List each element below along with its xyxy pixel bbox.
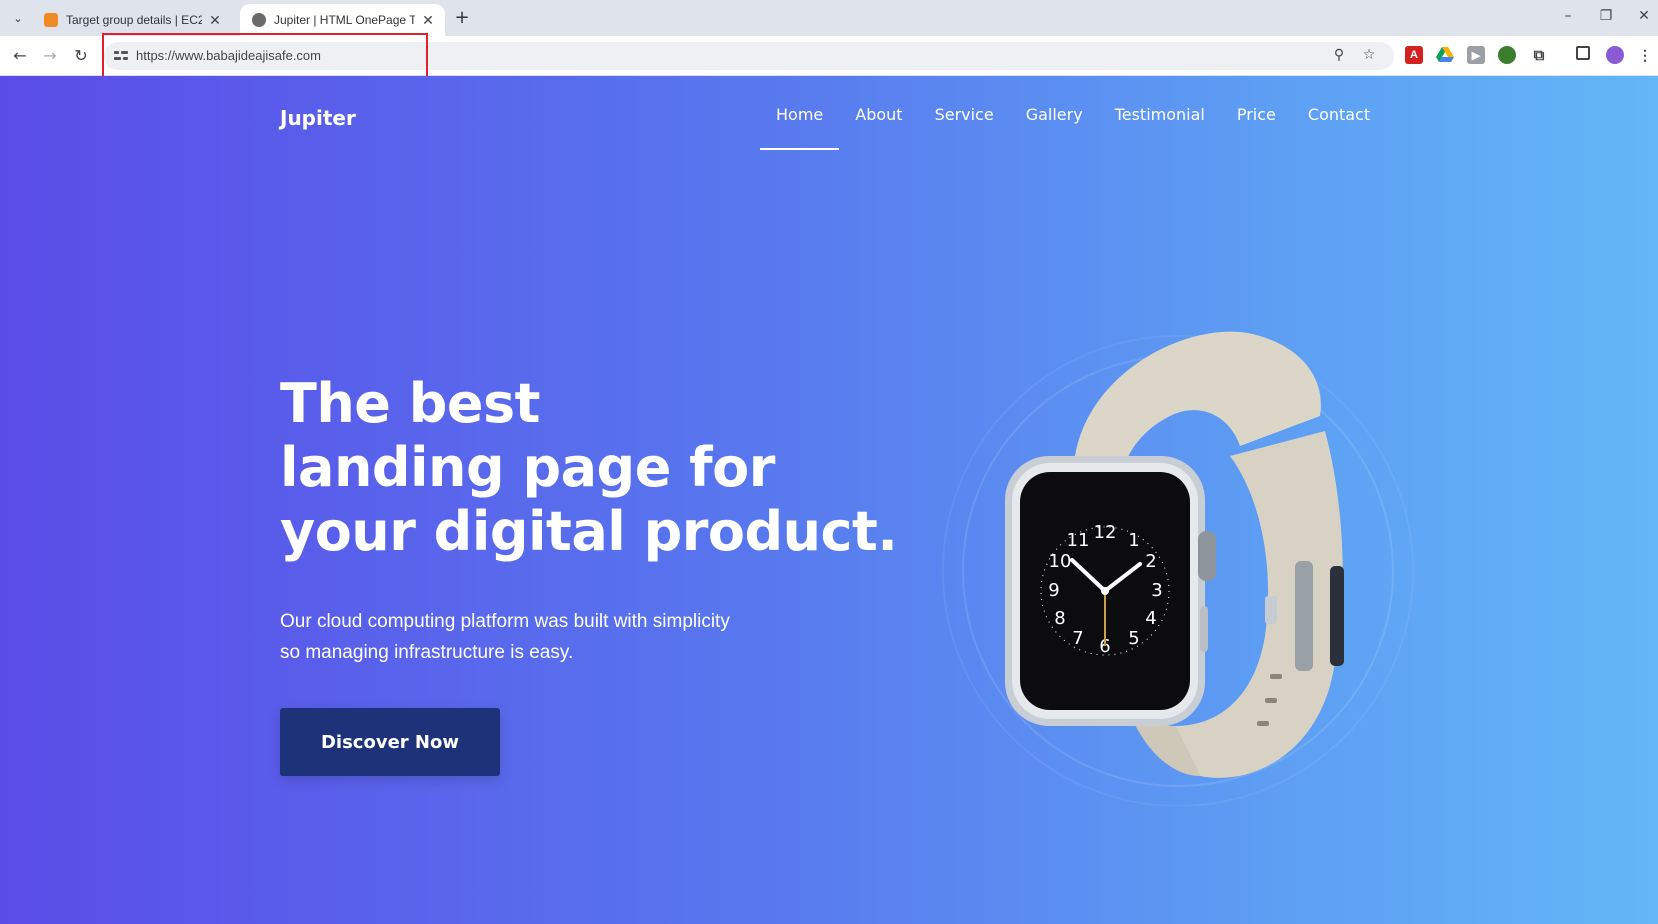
dial-number: 8 [1054, 608, 1065, 629]
minimize-icon[interactable]: – [1558, 8, 1578, 24]
nav-contact[interactable]: Contact [1292, 104, 1386, 150]
menu-kebab-icon[interactable]: ⋮ [1636, 46, 1654, 64]
reload-icon[interactable]: ↻ [71, 46, 91, 66]
brand-logo[interactable]: Jupiter [280, 106, 356, 130]
close-tab-icon[interactable]: ✕ [208, 12, 222, 29]
hero-subtext: Our cloud computing platform was built w… [280, 606, 800, 668]
headline-line: The best [280, 372, 540, 435]
headline-line: your digital product. [280, 500, 898, 563]
discover-now-button[interactable]: Discover Now [280, 708, 500, 776]
dial-number: 9 [1048, 580, 1059, 601]
tab-jupiter[interactable]: Jupiter | HTML OnePage Templ ✕ [240, 4, 445, 36]
dial-number: 4 [1145, 608, 1156, 629]
main-nav: Home About Service Gallery Testimonial P… [760, 104, 1386, 150]
close-tab-icon[interactable]: ✕ [421, 12, 435, 29]
side-panel-icon[interactable] [1576, 46, 1590, 60]
pdf-extension-icon[interactable]: A [1405, 46, 1423, 64]
nav-about[interactable]: About [839, 104, 918, 150]
new-tab-icon[interactable]: + [452, 8, 472, 28]
green-extension-icon[interactable] [1498, 46, 1516, 64]
aws-favicon-icon [44, 13, 58, 27]
dial-number: 7 [1072, 628, 1083, 649]
back-icon[interactable]: ← [10, 46, 30, 66]
dial-number: 5 [1128, 628, 1139, 649]
subtext-line: Our cloud computing platform was built w… [280, 611, 730, 632]
zoom-icon[interactable]: ⚲ [1330, 47, 1348, 63]
dial-number: 1 [1128, 530, 1139, 551]
subtext-line: so managing infrastructure is easy. [280, 642, 574, 663]
forward-icon[interactable]: → [40, 46, 60, 66]
drive-extension-icon[interactable] [1436, 46, 1454, 64]
close-window-icon[interactable]: ✕ [1634, 8, 1654, 24]
headline-line: landing page for [280, 436, 775, 499]
nav-price[interactable]: Price [1221, 104, 1292, 150]
extensions-puzzle-icon[interactable]: ⧉ [1530, 46, 1548, 64]
smartwatch-image: 12 1 2 3 4 5 6 7 8 9 10 11 [942, 331, 1414, 806]
profile-avatar[interactable] [1606, 46, 1624, 64]
jupiter-favicon-icon [252, 13, 266, 27]
nav-home[interactable]: Home [760, 104, 840, 150]
tab-search-chevron-icon[interactable]: ⌄ [8, 8, 28, 28]
dial-number: 3 [1151, 580, 1162, 601]
hero-headline: The best landing page for your digital p… [280, 372, 900, 564]
nav-testimonial[interactable]: Testimonial [1099, 104, 1221, 150]
restore-icon[interactable]: ❐ [1596, 8, 1616, 24]
nav-service[interactable]: Service [919, 104, 1010, 150]
dial-number: 12 [1094, 522, 1117, 543]
dial-number: 2 [1145, 551, 1156, 572]
tab-title: Target group details | EC2 | us-e [66, 13, 202, 27]
tab-title: Jupiter | HTML OnePage Templ [274, 13, 415, 27]
browser-tab-bar: ⌄ Target group details | EC2 | us-e ✕ Ju… [0, 0, 1658, 36]
dial-number: 11 [1067, 530, 1090, 551]
bookmark-star-icon[interactable]: ☆ [1360, 47, 1378, 63]
media-extension-icon[interactable]: ▶ [1467, 46, 1485, 64]
hero-section: Jupiter Home About Service Gallery Testi… [0, 76, 1658, 924]
nav-gallery[interactable]: Gallery [1010, 104, 1099, 150]
tab-target-group[interactable]: Target group details | EC2 | us-e ✕ [32, 4, 232, 36]
dial-number: 10 [1049, 551, 1072, 572]
